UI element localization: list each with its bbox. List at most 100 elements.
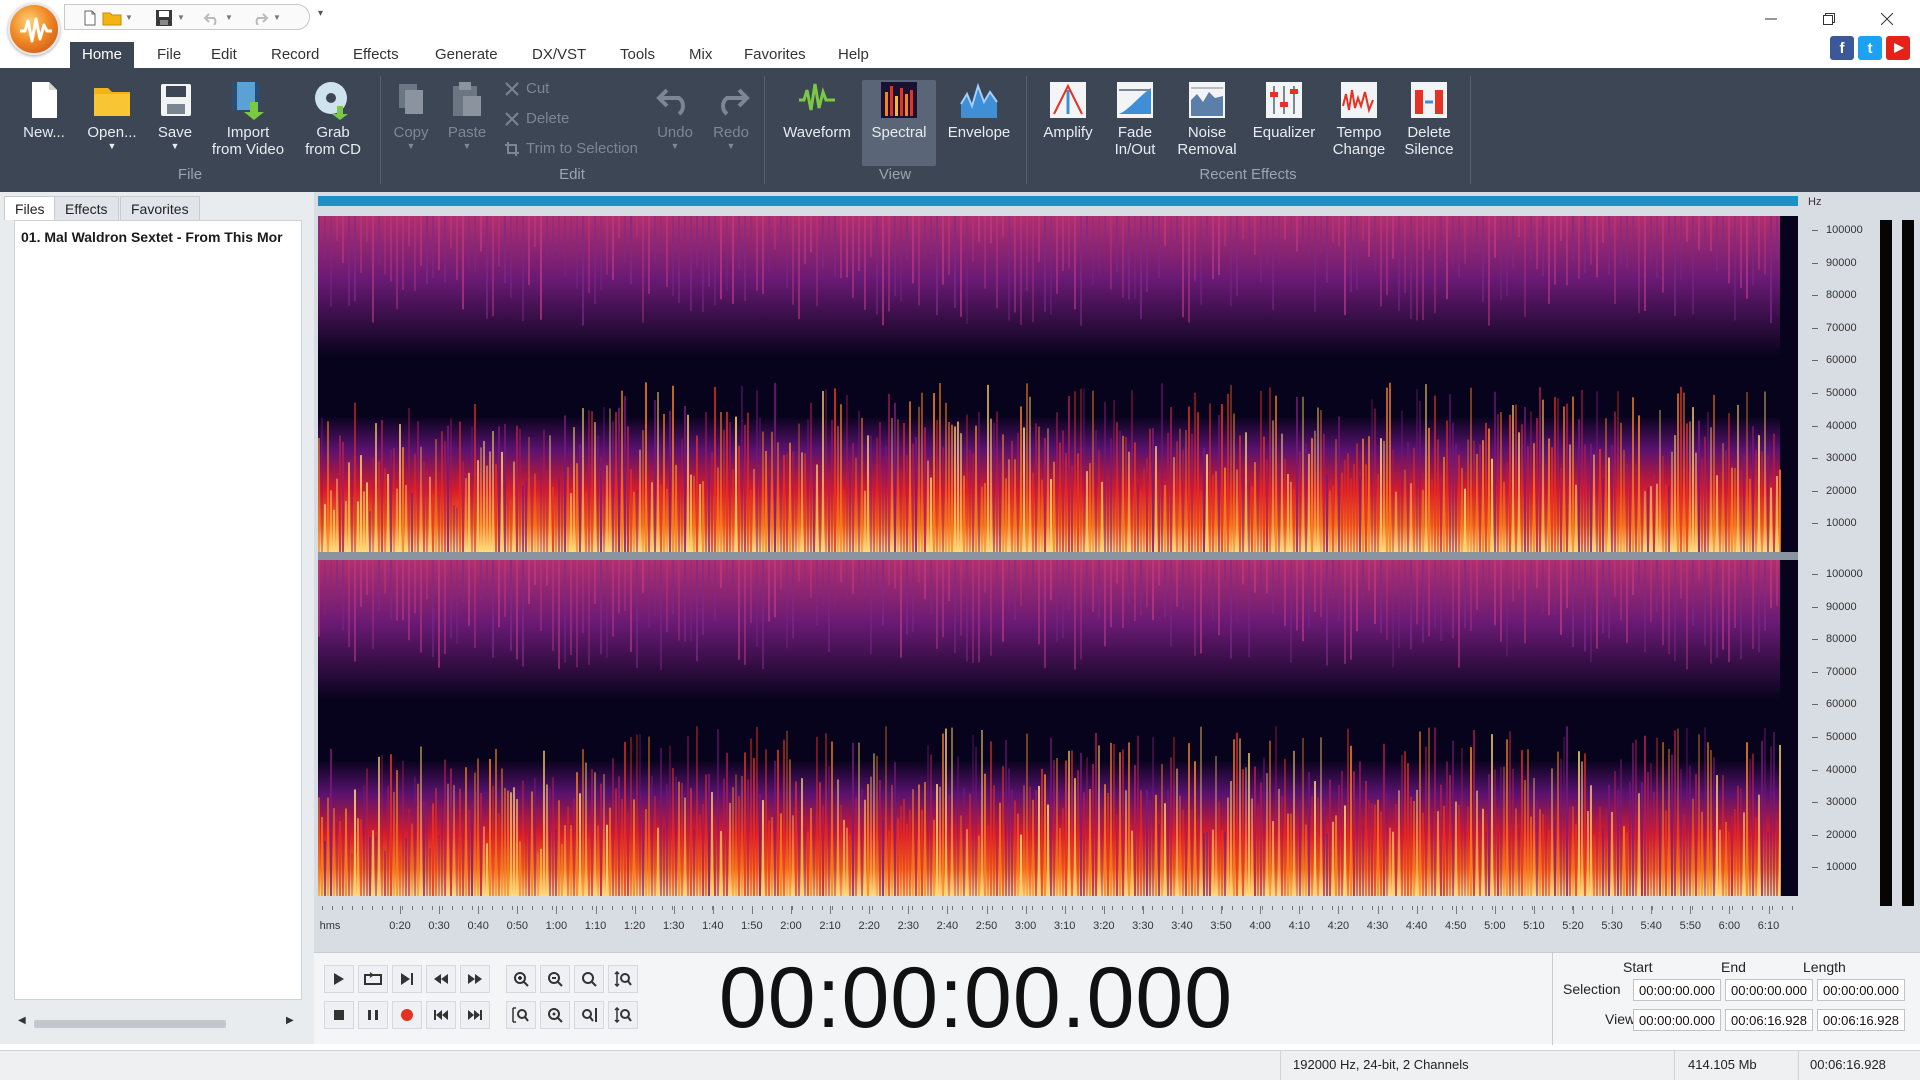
redo-button[interactable]: Redo ▼ [708,80,754,151]
go-to-start-button[interactable] [426,1001,456,1029]
youtube-icon[interactable] [1886,36,1910,60]
chevron-down-icon[interactable]: ▼ [150,141,200,151]
open-button[interactable]: Open... ▼ [80,80,144,151]
chevron-down-icon[interactable]: ▼ [652,141,698,151]
spectrogram-channel-right[interactable] [318,560,1798,896]
twitter-icon[interactable]: t [1858,36,1882,60]
view-start-field[interactable]: 00:00:00.000 [1633,1009,1721,1031]
scrollbar-thumb[interactable] [34,1020,226,1028]
paste-button[interactable]: Paste ▼ [444,80,490,151]
menu-tab-mix[interactable]: Mix [677,42,724,68]
panel-tab-files[interactable]: Files [4,196,56,220]
noise-removal-button[interactable]: Noise Removal [1172,80,1242,158]
panel-tab-effects[interactable]: Effects [54,196,119,220]
selection-start-field[interactable]: 00:00:00.000 [1633,979,1721,1001]
menu-tab-edit[interactable]: Edit [199,42,249,68]
zoom-fit-button[interactable] [540,1001,570,1029]
save-icon[interactable] [153,8,175,28]
pause-button[interactable] [358,1001,388,1029]
spectral-editor: Hz 100000 90000 80000 70000 60000 50000 40000 3… [314,192,1920,952]
grab-from-cd-button[interactable]: Grab from CD [296,80,370,158]
tempo-change-button[interactable]: Tempo Change [1326,80,1392,158]
import-from-video-button[interactable]: Import from Video [206,80,290,158]
time-tick [1377,906,1379,914]
chevron-down-icon[interactable]: ▼ [125,13,133,22]
chevron-down-icon[interactable]: ▼ [80,141,144,151]
menu-tab-tools[interactable]: Tools [608,42,667,68]
zoom-in-button[interactable] [506,965,536,993]
spectrogram-channel-left[interactable] [318,216,1798,552]
menu-tab-dxvst[interactable]: DX/VST [520,42,598,68]
menu-tab-effects[interactable]: Effects [341,42,411,68]
play-to-end-button[interactable] [392,965,422,993]
delete-button[interactable]: Delete [504,110,569,127]
amplify-button[interactable]: Amplify [1038,80,1098,141]
chevron-down-icon[interactable]: ▼ [177,13,185,22]
menu-tab-favorites[interactable]: Favorites [732,42,818,68]
close-icon[interactable] [1864,4,1910,34]
chevron-down-icon[interactable]: ▼ [444,141,490,151]
go-to-end-button[interactable] [460,1001,490,1029]
facebook-icon[interactable]: f [1830,36,1854,60]
fade-in-out-button[interactable]: Fade In/Out [1104,80,1166,158]
menu-tab-file[interactable]: File [145,42,193,68]
delete-silence-button[interactable]: Delete Silence [1398,80,1460,158]
panel-tab-favorites[interactable]: Favorites [120,196,200,220]
spectral-view-button[interactable]: Spectral [862,80,936,166]
app-logo-icon[interactable] [8,3,60,55]
zoom-vertical-out-button[interactable] [608,1001,638,1029]
hz-tick [1812,574,1818,575]
pause-icon [368,1010,378,1020]
undo-button[interactable]: Undo ▼ [652,80,698,151]
level-meter-right [1902,220,1914,906]
zoom-out-button[interactable] [540,965,570,993]
zoom-to-end-button[interactable] [574,1001,604,1029]
save-button[interactable]: Save ▼ [150,80,200,151]
fast-forward-button[interactable] [460,965,490,993]
chevron-right-icon[interactable]: ▶ [286,1015,294,1026]
selection-end-field[interactable]: 00:00:00.000 [1725,979,1813,1001]
view-length-field[interactable]: 00:06:16.928 [1817,1009,1905,1031]
chevron-down-icon[interactable]: ▼ [273,13,281,22]
open-folder-icon[interactable] [101,8,123,28]
chevron-down-icon[interactable]: ▼ [225,13,233,22]
time-tick-label: 2:10 [819,920,841,932]
chevron-down-icon[interactable]: ▼ [388,141,434,151]
list-item[interactable]: 01. Mal Waldron Sextet - From This Mor [21,229,283,245]
horizontal-scrollbar[interactable]: ◀ ▶ [14,1014,302,1032]
zoom-100-button[interactable] [574,965,604,993]
view-end-field[interactable]: 00:06:16.928 [1725,1009,1813,1031]
selection-length-field[interactable]: 00:00:00.000 [1817,979,1905,1001]
status-bar: 192000 Hz, 24-bit, 2 Channels 414.105 Mb… [0,1050,1920,1080]
stop-button[interactable] [324,1001,354,1029]
time-minor-tick [1112,906,1113,910]
play-button[interactable] [324,965,354,993]
time-tick-label: 5:20 [1562,920,1584,932]
overview-bar[interactable] [318,196,1798,206]
minimize-icon[interactable] [1748,4,1794,34]
menu-tab-help[interactable]: Help [826,42,881,68]
new-button[interactable]: New... [14,80,74,141]
new-file-icon[interactable] [79,8,101,28]
rewind-button[interactable] [426,965,456,993]
menu-tab-generate[interactable]: Generate [423,42,510,68]
restore-icon[interactable] [1806,4,1852,34]
cut-button[interactable]: Cut [504,80,549,97]
copy-button[interactable]: Copy ▼ [388,80,434,151]
chevron-left-icon[interactable]: ◀ [18,1015,26,1026]
envelope-view-button[interactable]: Envelope [942,80,1016,166]
trim-to-selection-button[interactable]: Trim to Selection [504,140,638,157]
time-minor-tick [1532,906,1533,910]
equalizer-button[interactable]: Equalizer [1248,80,1320,141]
customize-toolbar-icon[interactable]: ▾ [318,8,323,19]
redo-icon[interactable] [249,8,271,28]
menu-tab-home[interactable]: Home [70,42,135,68]
waveform-view-button[interactable]: Waveform [776,80,858,166]
record-button[interactable] [392,1001,422,1029]
chevron-down-icon[interactable]: ▼ [708,141,754,151]
zoom-vertical-in-button[interactable] [608,965,638,993]
loop-play-button[interactable] [358,965,388,993]
menu-tab-record[interactable]: Record [259,42,331,68]
undo-icon[interactable] [201,8,223,28]
zoom-selection-button[interactable] [506,1001,536,1029]
